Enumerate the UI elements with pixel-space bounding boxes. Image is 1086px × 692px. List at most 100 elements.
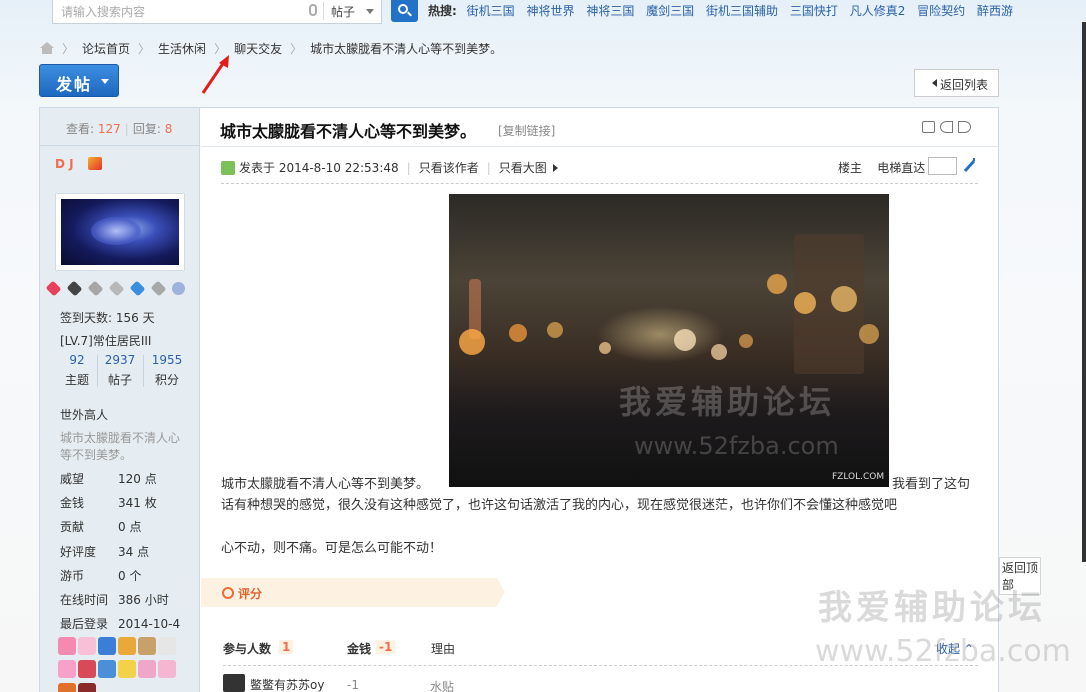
only-author-link[interactable]: 只看该作者 bbox=[419, 161, 479, 175]
breadcrumb-separator: 〉 bbox=[214, 42, 227, 56]
participants-label: 参与人数 bbox=[223, 642, 272, 656]
hot-link[interactable]: 三国快打 bbox=[790, 4, 838, 18]
profile-row: 金钱 341 枚 bbox=[60, 494, 190, 511]
rater-reason: 水贴 bbox=[430, 680, 455, 692]
prev-thread-icon[interactable] bbox=[940, 121, 953, 133]
profile-value: 341 枚 bbox=[118, 496, 157, 510]
stat-posts[interactable]: 2937 帖子 bbox=[98, 353, 142, 388]
badge-icon[interactable] bbox=[78, 637, 96, 655]
badge-icon[interactable] bbox=[118, 660, 136, 678]
back-to-list-label: 返回列表 bbox=[940, 78, 989, 92]
author-name[interactable]: D J bbox=[55, 157, 74, 171]
hot-link[interactable]: 魔剑三国 bbox=[646, 4, 694, 18]
hot-link[interactable]: 醉西游 bbox=[977, 4, 1013, 18]
badge-icon[interactable] bbox=[78, 660, 96, 678]
medal-icon bbox=[66, 280, 83, 297]
copy-link[interactable]: [复制链接] bbox=[498, 122, 555, 139]
online-user-icon bbox=[221, 161, 235, 175]
bokeh-light bbox=[794, 292, 816, 314]
breadcrumb-item[interactable]: 论坛首页 bbox=[82, 42, 130, 56]
badge-icon[interactable] bbox=[98, 660, 116, 678]
profile-row: 游币 0 个 bbox=[60, 567, 190, 584]
rater-money: -1 bbox=[347, 678, 359, 692]
badge-icon[interactable] bbox=[158, 637, 176, 655]
rater-name[interactable]: 鳖鳖有苏苏oy bbox=[250, 676, 324, 692]
stats-separator: | bbox=[124, 122, 129, 136]
hot-link[interactable]: 街机三国 bbox=[467, 4, 515, 18]
floor-label: 楼主 bbox=[838, 161, 863, 175]
stat-credits[interactable]: 1955 积分 bbox=[145, 353, 189, 388]
meta-separator: | bbox=[406, 161, 411, 175]
profile-row: 好评度 34 点 bbox=[60, 543, 190, 560]
search-button[interactable] bbox=[391, 0, 418, 22]
play-icon[interactable] bbox=[552, 164, 558, 172]
image-tag: FZLOL.COM bbox=[832, 472, 885, 482]
site-watermark: 我爱辅助论坛 bbox=[818, 588, 1046, 628]
hot-link[interactable]: 街机三国辅助 bbox=[706, 4, 778, 18]
badge-icon[interactable] bbox=[118, 637, 136, 655]
hot-link[interactable]: 神将世界 bbox=[526, 4, 574, 18]
stat-value: 1955 bbox=[151, 353, 183, 367]
print-icon[interactable] bbox=[922, 121, 935, 133]
hot-link[interactable]: 神将三国 bbox=[586, 4, 634, 18]
money-total: -1 bbox=[376, 640, 396, 654]
next-thread-icon[interactable] bbox=[958, 121, 971, 133]
reason-label: 理由 bbox=[431, 642, 456, 656]
replies-count: 8 bbox=[164, 122, 173, 136]
user-badge-icon bbox=[88, 157, 102, 170]
bokeh-light bbox=[459, 329, 485, 355]
home-icon[interactable] bbox=[40, 42, 54, 54]
post-image[interactable]: 我爱辅助论坛 www.52fzba.com FZLOL.COM bbox=[449, 194, 889, 487]
breadcrumb-separator: 〉 bbox=[62, 42, 75, 56]
badge-icon[interactable] bbox=[98, 637, 116, 655]
post-text: 话有种想哭的感觉，很久没有这种感觉了，也许这句话激活了我的内心，现在感觉很迷茫，… bbox=[221, 498, 898, 513]
post-meta: 发表于 2014-8-10 22:53:48 | 只看该作者 | 只看大图 bbox=[221, 159, 558, 176]
badge-icon[interactable] bbox=[58, 660, 76, 678]
user-level[interactable]: [LV.7]常住居民III bbox=[60, 332, 151, 349]
thread-stats-text: 查看: 127 | 回复: 8 bbox=[66, 120, 172, 137]
hot-link[interactable]: 凡人修真2 bbox=[850, 4, 906, 18]
profile-key: 好评度 bbox=[60, 545, 97, 559]
meta-separator: | bbox=[486, 161, 491, 175]
badge-icon[interactable] bbox=[78, 683, 96, 692]
breadcrumb-item[interactable]: 生活休闲 bbox=[158, 42, 206, 56]
badge-icon[interactable] bbox=[138, 660, 156, 678]
new-post-button[interactable]: 发帖 bbox=[39, 64, 119, 97]
header-divider bbox=[201, 146, 998, 147]
user-group[interactable]: 世外高人 bbox=[60, 406, 108, 423]
stat-threads[interactable]: 92 主题 bbox=[55, 353, 99, 388]
profile-row: 在线时间 386 小时 bbox=[60, 591, 190, 608]
bokeh-light bbox=[674, 329, 696, 351]
help-icon[interactable] bbox=[172, 282, 185, 295]
badge-icon[interactable] bbox=[158, 660, 176, 678]
badge-icon[interactable] bbox=[138, 637, 156, 655]
medal-icon bbox=[45, 280, 62, 297]
badge-icon[interactable] bbox=[58, 637, 76, 655]
jump-go-icon[interactable] bbox=[962, 157, 978, 173]
microphone-icon[interactable] bbox=[309, 4, 317, 16]
back-to-list-button[interactable]: 返回列表 bbox=[914, 69, 999, 97]
bokeh-light bbox=[739, 334, 753, 348]
profile-key: 贡献 bbox=[60, 520, 85, 534]
search-input[interactable]: 请输入搜索内容 帖子 bbox=[52, 0, 382, 24]
avatar-highlight bbox=[91, 217, 141, 245]
breadcrumb-item[interactable]: 城市太朦胧看不清人心等不到美梦。 bbox=[310, 42, 502, 56]
stat-value: 92 bbox=[69, 353, 85, 367]
medal-icon bbox=[150, 280, 167, 297]
rating-header: 评分 bbox=[201, 578, 505, 607]
badge-icon[interactable] bbox=[58, 683, 76, 692]
hot-link[interactable]: 冒险契约 bbox=[917, 4, 965, 18]
stat-label: 积分 bbox=[154, 373, 179, 387]
avatar[interactable] bbox=[55, 193, 185, 271]
floor-jump-input[interactable] bbox=[928, 157, 957, 175]
money-label: 金钱 bbox=[347, 642, 372, 656]
jump-label: 电梯直达 bbox=[877, 161, 926, 175]
big-image-link[interactable]: 只看大图 bbox=[499, 161, 547, 175]
rater-avatar[interactable] bbox=[223, 674, 245, 692]
breadcrumb-item[interactable]: 聊天交友 bbox=[234, 42, 282, 56]
profile-row: 最后登录 2014-10-4 bbox=[60, 615, 190, 632]
scrollbar[interactable] bbox=[1082, 22, 1086, 562]
profile-key: 在线时间 bbox=[60, 593, 109, 607]
chevron-down-icon[interactable] bbox=[366, 9, 374, 14]
search-type-select[interactable]: 帖子 bbox=[331, 3, 355, 20]
